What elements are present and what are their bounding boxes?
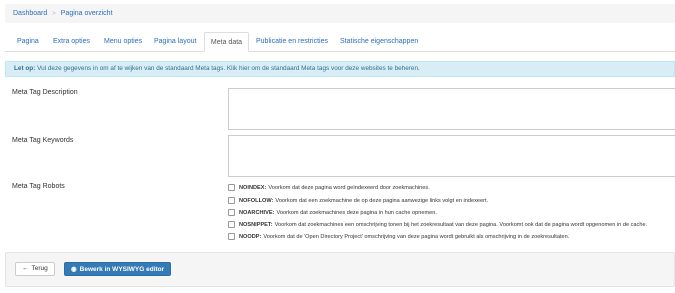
breadcrumb-pagina-overzicht-link[interactable]: Pagina overzicht (61, 10, 113, 17)
noindex-description: Voorkom dat deze pagina word geïndexeerd… (268, 184, 430, 191)
breadcrumb-dashboard-link[interactable]: Dashboard (13, 10, 47, 17)
robots-option-noarchive: NOARCHIVE: Voorkom dat zoekmachines deze… (228, 208, 437, 217)
meta-robots-label: Meta Tag Robots (12, 183, 65, 190)
noodp-key: NOODP: (239, 233, 262, 240)
tab-bar: Pagina Extra opties Menu opties Pagina l… (5, 32, 675, 52)
tab-publicatie-en-restricties[interactable]: Publicatie en restricties (256, 32, 328, 52)
nofollow-key: NOFOLLOW: (239, 197, 274, 204)
tab-pagina[interactable]: Pagina (17, 32, 39, 52)
edit-wysiwyg-button[interactable]: ◉ Bewerk in WYSIWYG editor (64, 262, 172, 276)
alert-text[interactable]: Vul deze gegevens in om af te wijken van… (37, 65, 420, 72)
meta-description-textarea[interactable] (228, 88, 675, 130)
noarchive-key: NOARCHIVE: (239, 209, 275, 216)
tab-meta-data[interactable]: Meta data (204, 32, 249, 52)
noindex-checkbox[interactable] (228, 184, 235, 191)
back-button[interactable]: ← Terug (15, 262, 55, 276)
tab-statische-eigenschappen[interactable]: Statische eigenschappen (340, 32, 418, 52)
noindex-key: NOINDEX: (239, 184, 267, 191)
nofollow-checkbox[interactable] (228, 197, 235, 204)
tab-extra-opties[interactable]: Extra opties (53, 32, 90, 52)
noodp-checkbox[interactable] (228, 233, 235, 240)
tab-menu-opties[interactable]: Menu opties (104, 32, 142, 52)
meta-description-label: Meta Tag Description (12, 89, 78, 96)
edit-wysiwyg-button-label: Bewerk in WYSIWYG editor (79, 265, 165, 273)
arrow-left-icon: ← (22, 265, 29, 272)
eye-icon: ◉ (71, 266, 77, 273)
robots-option-noodp: NOODP: Voorkom dat de 'Open Directory Pr… (228, 232, 569, 241)
breadcrumb-separator: > (52, 10, 56, 17)
info-alert: Let op: Vul deze gegevens in om af te wi… (5, 61, 675, 77)
noarchive-checkbox[interactable] (228, 209, 235, 216)
nosnippet-key: NOSNIPPET: (239, 221, 273, 228)
back-button-label: Terug (31, 265, 48, 272)
alert-prefix: Let op: (14, 65, 36, 72)
robots-option-noindex: NOINDEX: Voorkom dat deze pagina word ge… (228, 183, 430, 192)
robots-option-nofollow: NOFOLLOW: Voorkom dat een zoekmachine de… (228, 196, 488, 205)
meta-keywords-textarea[interactable] (228, 135, 675, 177)
nofollow-description: Voorkom dat een zoekmachine de op deze p… (275, 197, 489, 204)
noarchive-description: Voorkom dat zoekmachines deze pagina in … (276, 209, 437, 216)
robots-option-nosnippet: NOSNIPPET: Voorkom dat zoekmachines een … (228, 220, 647, 229)
nosnippet-description: Voorkom dat zoekmachines een omschrijvin… (274, 221, 648, 228)
form-actions-bar: ← Terug ◉ Bewerk in WYSIWYG editor (5, 252, 675, 287)
nosnippet-checkbox[interactable] (228, 221, 235, 228)
breadcrumb: Dashboard > Pagina overzicht (5, 4, 675, 23)
tab-pagina-layout[interactable]: Pagina layout (154, 32, 196, 52)
meta-keywords-label: Meta Tag Keywords (12, 137, 74, 144)
noodp-description: Voorkom dat de 'Open Directory Project' … (263, 233, 570, 240)
